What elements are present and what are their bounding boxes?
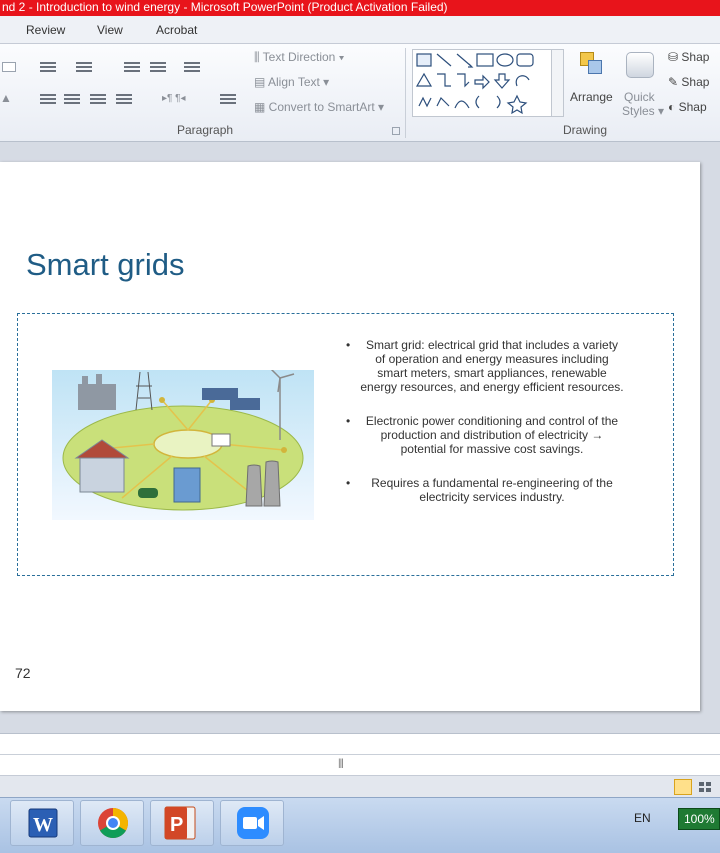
justify-icon[interactable] bbox=[116, 94, 132, 104]
bullet-item: • Electronic power conditioning and contr… bbox=[346, 414, 619, 456]
gallery-scroll-up[interactable] bbox=[551, 50, 563, 72]
font-color-icon[interactable] bbox=[2, 62, 16, 72]
convert-smartart-button[interactable]: ▦ Convert to SmartArt ▾ bbox=[254, 100, 384, 114]
shape-outline-button[interactable]: ✎ Shap bbox=[668, 75, 709, 89]
word-icon: W bbox=[28, 808, 58, 838]
menu-bar: Review View Acrobat bbox=[0, 16, 720, 44]
shape-fill-button[interactable]: ⛁ Shap bbox=[668, 50, 709, 64]
taskbar: W P EN 100% bbox=[0, 797, 720, 853]
ribbon: ▲ ▸¶ ¶◂ ⫼ Text Direction ▾ ▤ Align Text … bbox=[0, 44, 720, 142]
columns-icon[interactable] bbox=[220, 94, 236, 104]
numbering-icon[interactable] bbox=[76, 62, 92, 72]
arrange-label: Arrange bbox=[570, 90, 613, 104]
slide-canvas[interactable]: Smart grids • Smart grid: electrical gri… bbox=[0, 162, 700, 711]
shapes-icon bbox=[415, 53, 534, 115]
shape-effects-button[interactable]: ◐ Shap bbox=[668, 100, 707, 114]
content-placeholder[interactable]: • Smart grid: electrical grid that includ… bbox=[17, 313, 674, 576]
svg-text:P: P bbox=[170, 814, 183, 836]
quick-styles-button[interactable]: Quick Styles ▾ bbox=[620, 50, 665, 118]
smartart-icon: ▦ bbox=[254, 100, 269, 114]
paragraph-group-label: Paragraph bbox=[177, 123, 234, 137]
increase-indent-icon[interactable] bbox=[150, 62, 166, 72]
clear-format-icon[interactable]: ▲ bbox=[0, 91, 12, 105]
word-taskbar-button[interactable]: W bbox=[10, 800, 74, 846]
gallery-more[interactable] bbox=[551, 94, 563, 116]
tab-acrobat[interactable]: Acrobat bbox=[156, 23, 197, 37]
tab-view[interactable]: View bbox=[97, 23, 123, 37]
chevron-down-icon: ▾ bbox=[319, 75, 330, 89]
align-text-icon: ▤ bbox=[254, 75, 269, 89]
drawing-group-label: Drawing bbox=[563, 123, 608, 137]
quick-styles-label-2: Styles ▾ bbox=[622, 104, 665, 118]
bullet-item: • Smart grid: electrical grid that includ… bbox=[346, 338, 624, 394]
arrange-icon bbox=[580, 52, 602, 78]
decrease-indent-icon[interactable] bbox=[124, 62, 140, 72]
bullet-item: • Requires a fundamental re-engineering o… bbox=[346, 476, 613, 504]
notes-splitter[interactable] bbox=[0, 754, 720, 755]
ltr-icon[interactable]: ▸¶ ¶◂ bbox=[162, 93, 186, 104]
align-text-button[interactable]: ▤ Align Text ▾ bbox=[254, 75, 329, 89]
chevron-down-icon: ▾ bbox=[374, 100, 385, 114]
quick-styles-icon bbox=[626, 52, 654, 78]
bullet-list[interactable]: • Smart grid: electrical grid that includ… bbox=[344, 338, 624, 504]
arrange-button[interactable]: Arrange bbox=[568, 50, 618, 114]
zoom-icon bbox=[237, 807, 269, 839]
zoom-taskbar-button[interactable] bbox=[220, 800, 284, 846]
status-bar bbox=[0, 775, 720, 797]
tab-review[interactable]: Review bbox=[26, 23, 65, 37]
zoom-level[interactable]: 100% bbox=[678, 808, 720, 830]
align-right-icon[interactable] bbox=[90, 94, 106, 104]
align-center-icon[interactable] bbox=[64, 94, 80, 104]
slide-sorter-icon[interactable] bbox=[696, 779, 714, 795]
slide-number: 72 bbox=[15, 665, 31, 681]
gallery-scroll-down[interactable] bbox=[551, 72, 563, 94]
shapes-gallery[interactable] bbox=[412, 49, 564, 117]
window-title: nd 2 - Introduction to wind energy - Mic… bbox=[0, 0, 720, 16]
smart-grid-illustration[interactable] bbox=[52, 370, 314, 520]
paint-bucket-icon: ⛁ bbox=[668, 50, 682, 64]
quick-styles-label: Quick bbox=[624, 90, 655, 104]
chrome-taskbar-button[interactable] bbox=[80, 800, 144, 846]
paragraph-dialog-launcher-icon[interactable] bbox=[392, 127, 400, 135]
bullet-dot: • bbox=[346, 338, 351, 352]
bullet-dot: • bbox=[346, 476, 351, 490]
splitter-grip[interactable]: ||| bbox=[338, 758, 344, 769]
pen-icon: ✎ bbox=[668, 75, 682, 89]
language-indicator[interactable]: EN bbox=[634, 811, 651, 825]
powerpoint-icon: P bbox=[164, 806, 196, 840]
bullet-dot: • bbox=[346, 414, 351, 428]
slide-title[interactable]: Smart grids bbox=[26, 247, 184, 283]
normal-view-icon[interactable] bbox=[674, 779, 692, 795]
chrome-icon bbox=[98, 808, 129, 839]
chevron-down-icon: ▾ bbox=[335, 50, 345, 64]
powerpoint-taskbar-button[interactable]: P bbox=[150, 800, 214, 846]
bullets-icon[interactable] bbox=[40, 62, 56, 72]
text-direction-button[interactable]: ⫼ Text Direction ▾ bbox=[254, 50, 345, 65]
line-spacing-icon[interactable] bbox=[184, 62, 200, 72]
group-divider bbox=[405, 48, 406, 138]
align-left-icon[interactable] bbox=[40, 94, 56, 104]
text-direction-icon: ⫼ bbox=[254, 50, 263, 64]
svg-text:W: W bbox=[33, 814, 53, 836]
effects-icon: ◐ bbox=[668, 100, 679, 114]
